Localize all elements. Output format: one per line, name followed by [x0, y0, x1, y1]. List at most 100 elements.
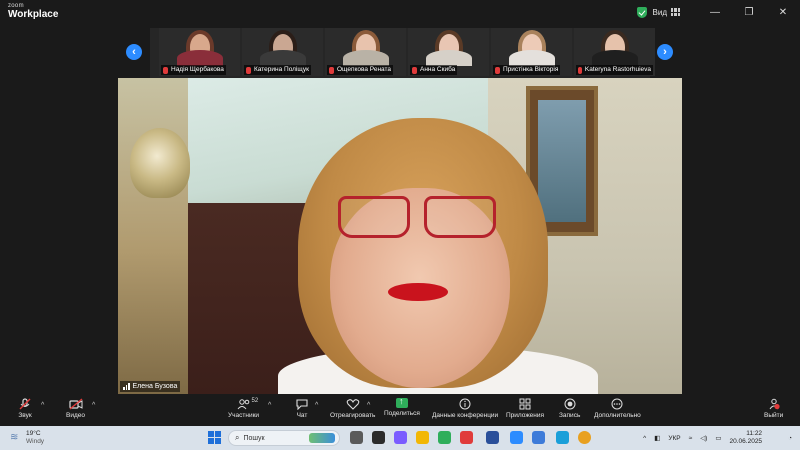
security-shield-icon[interactable]	[636, 6, 647, 18]
chat-icon	[295, 398, 309, 411]
mic-muted-icon	[412, 66, 417, 74]
meeting-toolbar: Звук ^ Видео ^ 52 Участники ^ Чат ^ Отре…	[0, 396, 800, 424]
participant-shirt	[425, 50, 472, 66]
participants-count: 52	[251, 398, 259, 404]
participant-shirt	[591, 50, 638, 66]
participant-tile[interactable]: Пристінка Вікторія	[491, 28, 572, 76]
leave-icon	[767, 398, 781, 410]
participant-name-tag: Пристінка Вікторія	[493, 65, 561, 75]
chrome-icon[interactable]	[578, 431, 591, 444]
app-icon-6[interactable]	[532, 431, 545, 444]
participant-shirt	[342, 50, 389, 66]
video-button[interactable]: Видео	[66, 398, 85, 419]
apps-label: Приложения	[506, 412, 545, 419]
battery-icon[interactable]: ▭	[715, 434, 721, 442]
record-icon	[563, 398, 577, 410]
participant-tile[interactable]: Анна Скиба	[408, 28, 489, 76]
wifi-icon[interactable]: ≈	[689, 435, 693, 442]
react-label: Отреагировать	[330, 412, 376, 419]
taskbar-clock[interactable]: 11:22 20.06.2025	[730, 430, 771, 446]
weather-condition: Windy	[26, 438, 45, 445]
mic-muted-icon	[18, 398, 32, 410]
app-icon-3[interactable]	[438, 431, 451, 444]
weather-temp: 19°C	[26, 430, 41, 437]
file-explorer-icon[interactable]	[416, 431, 429, 444]
record-button[interactable]: Запись	[559, 398, 580, 419]
camera-off-icon	[68, 398, 83, 410]
participant-name: Катерина Поліщук	[254, 66, 309, 73]
participant-tile[interactable]: Надія Щербакова	[159, 28, 240, 76]
record-label: Запись	[559, 412, 581, 419]
meeting-info-button[interactable]: Данные конференции	[432, 398, 498, 419]
chat-button[interactable]: Чат	[295, 398, 309, 419]
more-icon	[610, 398, 624, 410]
wind-icon: ≋	[10, 432, 19, 443]
volume-icon[interactable]: ◁)	[700, 434, 707, 442]
react-options-caret[interactable]: ^	[367, 402, 370, 409]
notifications-icon[interactable]: ◔	[788, 435, 792, 442]
gallery-next-button[interactable]: ›	[657, 44, 673, 60]
mic-muted-icon	[329, 66, 334, 74]
title-bar: zoom Workplace Вид — ❐ ✕	[0, 0, 800, 24]
app-icon-5[interactable]	[486, 431, 499, 444]
participant-name: Kateryna Rastorhuieva	[584, 66, 651, 73]
speaker-glasses	[338, 196, 498, 242]
audio-label: Звук	[18, 412, 32, 419]
taskview-icon[interactable]	[350, 431, 363, 444]
app-icon-4[interactable]	[460, 431, 473, 444]
video-options-caret[interactable]: ^	[92, 402, 95, 409]
gallery-strip: Надія Щербакова Катерина Поліщук Ощепкова …	[150, 28, 655, 78]
maximize-button[interactable]: ❐	[732, 0, 766, 24]
participant-tile[interactable]: Катерина Поліщук	[242, 28, 323, 76]
participants-label: Участники	[228, 412, 260, 419]
app-logo: zoom Workplace	[8, 3, 58, 20]
minimize-button[interactable]: —	[698, 0, 732, 24]
participant-shirt	[176, 50, 223, 66]
active-speaker-video[interactable]: Елена Бузова	[118, 78, 682, 394]
participant-name-tag: Анна Скиба	[410, 65, 458, 75]
participants-options-caret[interactable]: ^	[268, 402, 271, 409]
mic-muted-icon	[495, 66, 500, 74]
windows-taskbar: ≋ 19°C Windy ⌕ Пошук ^ ◧ УКР ≈ ◁) ▭ 11:2…	[0, 426, 800, 450]
participant-name-tag: Катерина Поліщук	[244, 65, 311, 75]
leave-label: Выйти	[764, 412, 784, 419]
zoom-taskbar-icon[interactable]	[510, 431, 523, 444]
participants-button[interactable]: 52 Участники	[228, 398, 259, 419]
app-icon-2[interactable]	[394, 431, 407, 444]
gallery-prev-button[interactable]: ‹	[126, 44, 142, 60]
apps-icon	[518, 398, 532, 410]
chat-options-caret[interactable]: ^	[315, 402, 318, 409]
clock-time: 11:22	[746, 430, 763, 437]
view-grid-icon[interactable]	[671, 8, 680, 16]
close-button[interactable]: ✕	[766, 0, 800, 24]
video-label: Видео	[66, 412, 85, 419]
telegram-icon[interactable]	[556, 431, 569, 444]
tray-overflow-icon[interactable]: ^	[643, 435, 646, 442]
share-label: Поделиться	[384, 410, 420, 417]
leave-button[interactable]: Выйти	[764, 398, 783, 419]
participants-icon: 52	[237, 398, 258, 410]
participant-name: Ощепкова Рената	[337, 66, 392, 73]
chandelier	[130, 128, 190, 198]
search-highlight-image	[309, 433, 335, 443]
view-button-label[interactable]: Вид	[653, 8, 667, 17]
more-label: Дополнительно	[594, 412, 641, 419]
share-screen-icon	[395, 396, 408, 408]
audio-button[interactable]: Звук	[18, 398, 32, 419]
apps-button[interactable]: Приложения	[506, 398, 544, 419]
taskbar-search-box[interactable]: ⌕ Пошук	[228, 430, 340, 446]
participant-tile[interactable]: Kateryna Rastorhuieva	[574, 28, 655, 76]
speaker-lips	[388, 283, 448, 301]
participant-tile[interactable]: Ощепкова Рената	[325, 28, 406, 76]
search-label: Пошук	[243, 434, 265, 442]
windows-start-icon[interactable]	[208, 431, 221, 444]
app-icon-1[interactable]	[372, 431, 385, 444]
participant-name-tag: Ощепкова Рената	[327, 65, 394, 75]
language-indicator[interactable]: УКР	[668, 435, 680, 442]
tray-app-icon[interactable]: ◧	[654, 434, 660, 442]
more-button[interactable]: Дополнительно	[594, 398, 641, 419]
participant-name: Надія Щербакова	[171, 66, 224, 73]
weather-widget[interactable]: ≋ 19°C Windy	[10, 430, 44, 446]
share-button[interactable]: Поделиться	[384, 396, 420, 417]
audio-options-caret[interactable]: ^	[41, 402, 44, 409]
